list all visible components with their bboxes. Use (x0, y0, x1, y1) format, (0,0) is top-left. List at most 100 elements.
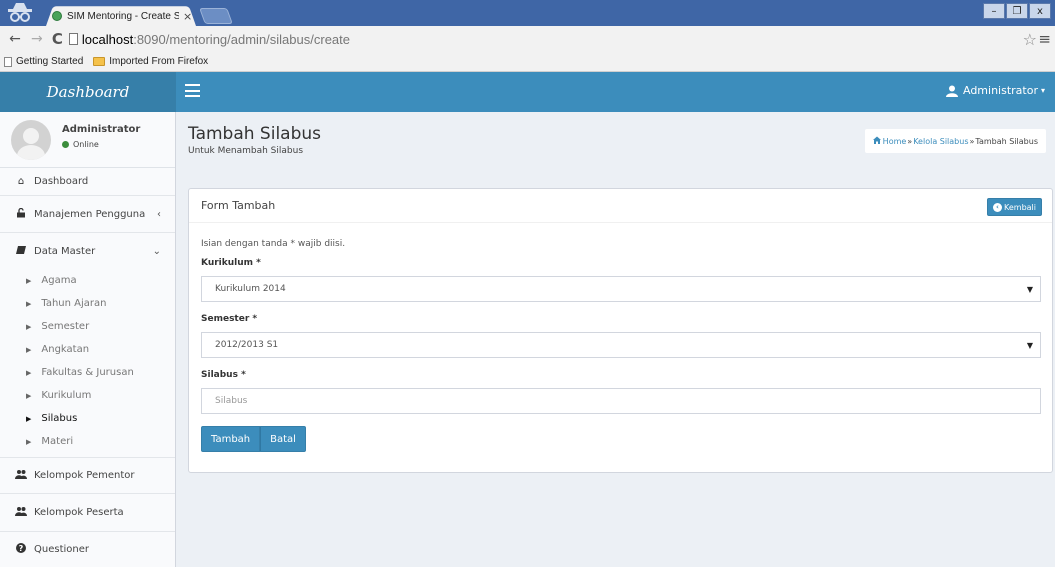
favicon-icon (52, 11, 62, 21)
incognito-icon (8, 3, 32, 22)
browser-menu-icon[interactable]: ≡ (1038, 30, 1051, 48)
folder-icon (93, 57, 106, 66)
users-icon (15, 469, 27, 482)
sidebar-subitem-angkatan[interactable]: ▶ Angkatan (0, 338, 175, 361)
sidebar-subitem-label: Fakultas & Jurusan (41, 367, 134, 378)
bookmark-label: Getting Started (16, 56, 84, 67)
breadcrumb: Home » Kelola Silabus » Tambah Silabus (864, 129, 1046, 153)
sidebar-user-name: Administrator (62, 124, 141, 135)
tab-title: SIM Mentoring - Create Silab (67, 10, 179, 22)
browser-tab-active[interactable]: SIM Mentoring - Create Silab × (52, 8, 194, 24)
reload-icon[interactable]: C (52, 30, 63, 48)
minimize-button[interactable]: – (983, 3, 1005, 19)
data-master-submenu: ▶ Agama ▶ Tahun Ajaran ▶ Semester ▶ Angkatan… (0, 269, 175, 458)
user-panel: Administrator Online (0, 112, 175, 168)
maximize-button[interactable]: ❐ (1006, 3, 1028, 19)
silabus-field[interactable] (201, 388, 1041, 414)
caret-down-icon: ▼ (1026, 340, 1033, 350)
bookmark-star-icon[interactable]: ☆ (1023, 30, 1037, 49)
back-button[interactable]: ‹ Kembali (987, 198, 1042, 216)
kurikulum-selected-value: Kurikulum 2014 (215, 284, 286, 294)
breadcrumb-separator: » (969, 136, 975, 146)
silabus-label: Silabus * (201, 370, 246, 380)
silabus-input[interactable] (215, 396, 1015, 406)
logo-text: Dashboard (46, 83, 130, 101)
semester-select[interactable]: 2012/2013 S1 ▼ (201, 332, 1041, 358)
caret-down-icon: ▾ (1040, 86, 1045, 95)
form-actions: Tambah Batal (201, 426, 1041, 452)
url-path: :8090/mentoring/admin/silabus/create (133, 31, 350, 47)
sidebar-subitem-semester[interactable]: ▶ Semester (0, 315, 175, 338)
bookmark-getting-started[interactable]: Getting Started (4, 56, 83, 67)
sidebar-item-kelompok-peserta[interactable]: Kelompok Peserta (0, 494, 175, 532)
sidebar-item-questioner[interactable]: ? Questioner (0, 532, 175, 567)
breadcrumb-separator: » (907, 136, 913, 146)
breadcrumb-kelola-silabus-link[interactable]: Kelola Silabus (913, 137, 968, 146)
kurikulum-select[interactable]: Kurikulum 2014 ▼ (201, 276, 1041, 302)
box-title: Form Tambah (201, 199, 276, 212)
bookmarks-bar: Getting Started Imported From Firefox (0, 52, 1055, 72)
page-icon (68, 33, 78, 45)
book-icon (15, 245, 27, 258)
sidebar-subitem-silabus[interactable]: ▶ Silabus (0, 407, 175, 430)
sidebar-subitem-label: Silabus (41, 413, 78, 424)
sidebar-subitem-label: Agama (41, 275, 77, 286)
batal-button[interactable]: Batal (260, 426, 306, 452)
sidebar-subitem-kurikulum[interactable]: ▶ Kurikulum (0, 384, 175, 407)
question-icon: ? (15, 543, 27, 556)
form-box: Form Tambah ‹ Kembali Isian dengan tanda… (188, 188, 1053, 473)
address-bar: ← → C localhost:8090/mentoring/admin/sil… (0, 26, 1055, 52)
sidebar-item-label: Kelompok Peserta (34, 507, 124, 518)
chevron-left-icon: ‹ (157, 208, 161, 220)
tambah-button[interactable]: Tambah (201, 426, 261, 452)
forward-arrow-icon[interactable]: → (30, 31, 44, 47)
home-icon (872, 136, 881, 146)
page-subtitle: Untuk Menambah Silabus (188, 146, 304, 156)
caret-down-icon: ▼ (1026, 284, 1033, 294)
tab-close-icon[interactable]: × (183, 10, 192, 23)
bookmark-imported-firefox[interactable]: Imported From Firefox (93, 56, 208, 67)
browser-tabstrip: SIM Mentoring - Create Silab × – ❐ x (0, 0, 1055, 26)
new-tab-button[interactable] (199, 8, 233, 24)
sidebar-toggle-icon[interactable] (185, 84, 200, 97)
url-host: localhost (81, 31, 134, 47)
breadcrumb-current: Tambah Silabus (975, 136, 1038, 146)
top-navbar: Administrator ▾ (176, 72, 1055, 112)
back-arrow-icon[interactable]: ← (8, 31, 22, 47)
chevron-down-icon: ⌄ (152, 245, 161, 257)
sidebar-item-manajemen-pengguna[interactable]: Manajemen Pengguna ‹ (0, 196, 175, 233)
sidebar: Administrator Online ⌂ Dashboard Manajem… (0, 112, 176, 567)
box-header: Form Tambah ‹ Kembali (189, 189, 1052, 223)
semester-selected-value: 2012/2013 S1 (215, 340, 279, 350)
svg-text:?: ? (19, 544, 24, 553)
sidebar-item-kelompok-pementor[interactable]: Kelompok Pementor (0, 458, 175, 494)
bookmark-label: Imported From Firefox (109, 56, 209, 67)
kurikulum-label: Kurikulum * (201, 258, 261, 268)
sidebar-item-label: Kelompok Pementor (34, 470, 135, 481)
sidebar-subitem-label: Semester (41, 321, 90, 332)
user-status-label: Online (73, 140, 99, 149)
sidebar-subitem-materi[interactable]: ▶ Materi (0, 430, 175, 453)
semester-label: Semester * (201, 314, 258, 324)
close-window-button[interactable]: x (1029, 3, 1051, 19)
caret-right-icon: ▶ (26, 345, 32, 354)
user-dropdown[interactable]: Administrator ▾ (945, 84, 1045, 97)
sidebar-item-label: Questioner (34, 544, 89, 555)
caret-right-icon: ▶ (26, 322, 32, 331)
sidebar-subitem-agama[interactable]: ▶ Agama (0, 269, 175, 292)
sidebar-subitem-fakultas-jurusan[interactable]: ▶ Fakultas & Jurusan (0, 361, 175, 384)
caret-right-icon: ▶ (26, 299, 32, 308)
arrow-circle-left-icon: ‹ (993, 202, 1002, 212)
caret-right-icon: ▶ (26, 368, 32, 377)
sidebar-subitem-tahun-ajaran[interactable]: ▶ Tahun Ajaran (0, 292, 175, 315)
app-logo[interactable]: Dashboard (0, 72, 176, 112)
url-input[interactable]: localhost:8090/mentoring/admin/silabus/c… (68, 29, 1055, 49)
user-status: Online (62, 140, 99, 149)
online-dot-icon (62, 141, 69, 148)
unlock-icon (15, 207, 27, 221)
sidebar-subitem-label: Kurikulum (41, 390, 92, 401)
breadcrumb-home-link[interactable]: Home (883, 137, 907, 146)
sidebar-item-data-master[interactable]: Data Master ⌄ (0, 233, 175, 269)
sidebar-item-dashboard[interactable]: ⌂ Dashboard (0, 168, 175, 196)
sidebar-subitem-label: Tahun Ajaran (41, 298, 107, 309)
